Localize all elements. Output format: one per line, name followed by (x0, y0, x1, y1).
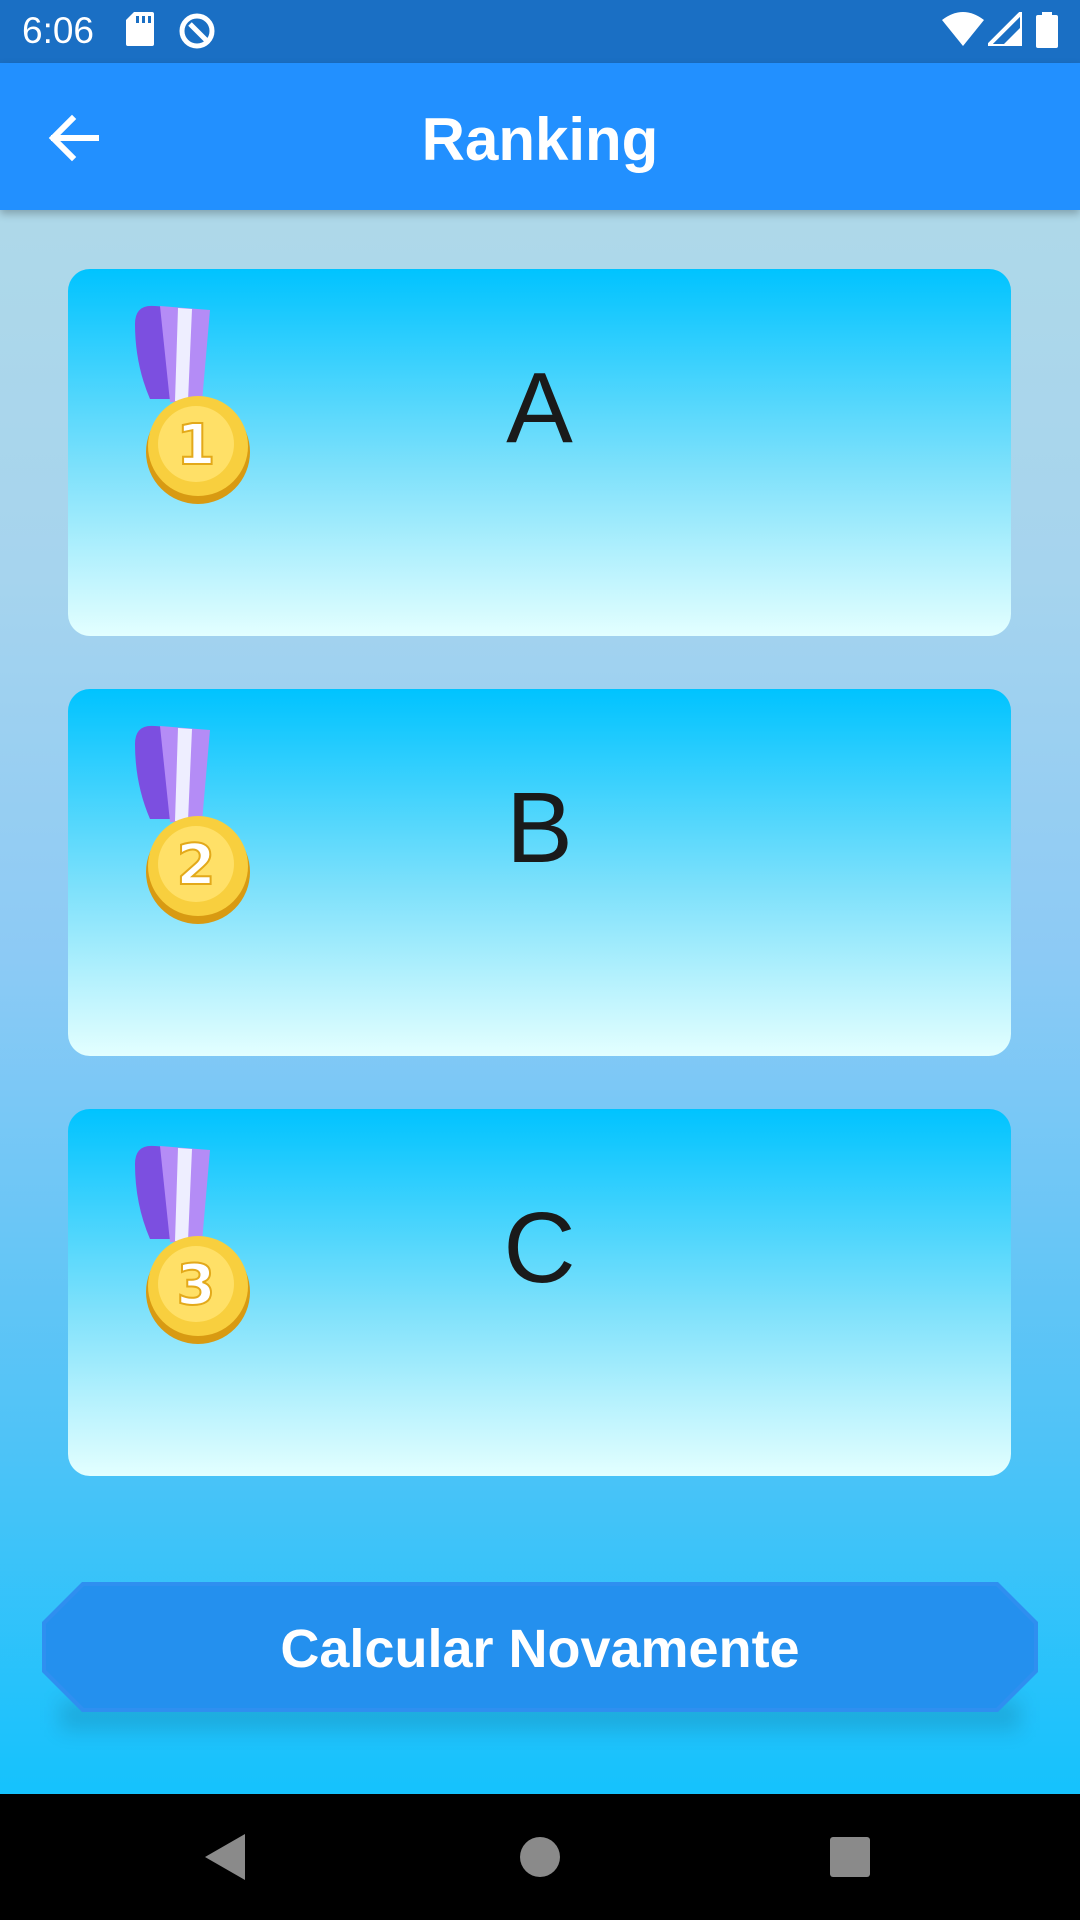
sync-icon (179, 13, 215, 49)
recalculate-button[interactable]: Calcular Novamente (42, 1582, 1038, 1712)
wifi-icon (942, 12, 984, 46)
nav-home-icon[interactable] (515, 1832, 565, 1882)
signal-icon (988, 12, 1022, 46)
recalculate-button-label: Calcular Novamente (280, 1619, 800, 1679)
ranking-card-2: 2 B (68, 689, 1011, 1056)
ranking-card-3: 3 C (68, 1109, 1011, 1476)
ranking-name: B (506, 772, 573, 884)
status-bar: 6:06 (0, 0, 1080, 63)
ranking-name: C (503, 1192, 576, 1304)
ranking-name: A (506, 352, 573, 464)
nav-recents-icon[interactable] (825, 1832, 875, 1882)
sd-card-icon (126, 12, 154, 46)
navigation-bar (0, 1794, 1080, 1920)
page-title: Ranking (421, 106, 659, 173)
status-time: 6:06 (22, 10, 95, 51)
nav-back-icon[interactable] (200, 1832, 250, 1882)
ranking-card-1: 1 A (68, 269, 1011, 636)
app-bar: Ranking (0, 63, 1080, 210)
battery-icon (1036, 12, 1058, 48)
